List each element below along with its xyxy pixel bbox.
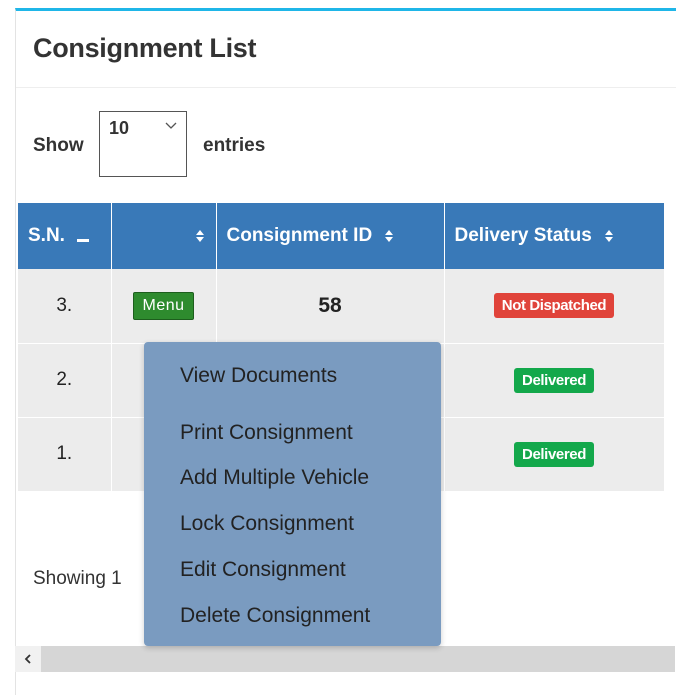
column-header-delivery-status[interactable]: Delivery Status — [444, 203, 665, 269]
sort-desc-icon — [77, 238, 90, 242]
column-header-action[interactable] — [111, 203, 217, 269]
cell-status: Delivered — [444, 343, 665, 418]
entries-select-value: 10 — [109, 118, 130, 138]
status-badge: Not Dispatched — [493, 293, 615, 319]
panel-header: Consignment List — [16, 11, 676, 88]
cell-sn: 3. — [18, 269, 112, 344]
column-header-sn[interactable]: S.N. — [18, 203, 112, 269]
cell-sn: 2. — [18, 343, 112, 418]
sort-both-icon — [195, 229, 204, 242]
chevron-down-icon — [165, 122, 177, 129]
row-menu-button[interactable]: Menu — [133, 291, 194, 320]
status-badge: Delivered — [514, 367, 594, 393]
column-header-label: Consignment ID — [226, 225, 373, 246]
cell-sn: 1. — [18, 417, 112, 492]
cell-consignment-id: 58 — [216, 269, 445, 344]
horizontal-scrollbar[interactable] — [15, 646, 675, 672]
table-info: Showing 1 — [33, 568, 122, 589]
cell-action: Menu — [111, 269, 217, 344]
menu-item-lock-consignment[interactable]: Lock Consignment — [180, 512, 354, 536]
scroll-left-button[interactable] — [15, 646, 41, 672]
menu-item-edit-consignment[interactable]: Edit Consignment — [180, 558, 346, 582]
entries-select[interactable]: 10 — [99, 111, 187, 177]
menu-item-delete-consignment[interactable]: Delete Consignment — [180, 604, 370, 628]
page-title: Consignment List — [33, 33, 257, 63]
menu-item-print-consignment[interactable]: Print Consignment — [180, 421, 353, 445]
column-header-consignment-id[interactable]: Consignment ID — [216, 203, 445, 269]
cell-status: Delivered — [444, 417, 665, 492]
column-header-label: Delivery Status — [454, 225, 592, 246]
menu-item-view-documents[interactable]: View Documents — [180, 364, 337, 388]
table-header-row: S.N. Consignment ID Delivery Status — [18, 203, 665, 269]
sort-both-icon — [605, 229, 614, 242]
chevron-left-icon — [24, 654, 31, 664]
entries-label: entries — [203, 135, 266, 156]
cell-status: Not Dispatched — [444, 269, 665, 344]
status-badge: Delivered — [514, 441, 594, 467]
menu-item-add-multiple-vehicle[interactable]: Add Multiple Vehicle — [180, 466, 369, 490]
column-header-label: S.N. — [28, 225, 65, 246]
table-row: 3. Menu 58 Not Dispatched — [18, 269, 665, 344]
show-label: Show — [33, 135, 84, 156]
row-action-dropdown: View Documents Print Consignment Add Mul… — [144, 342, 441, 646]
sort-both-icon — [385, 229, 394, 242]
